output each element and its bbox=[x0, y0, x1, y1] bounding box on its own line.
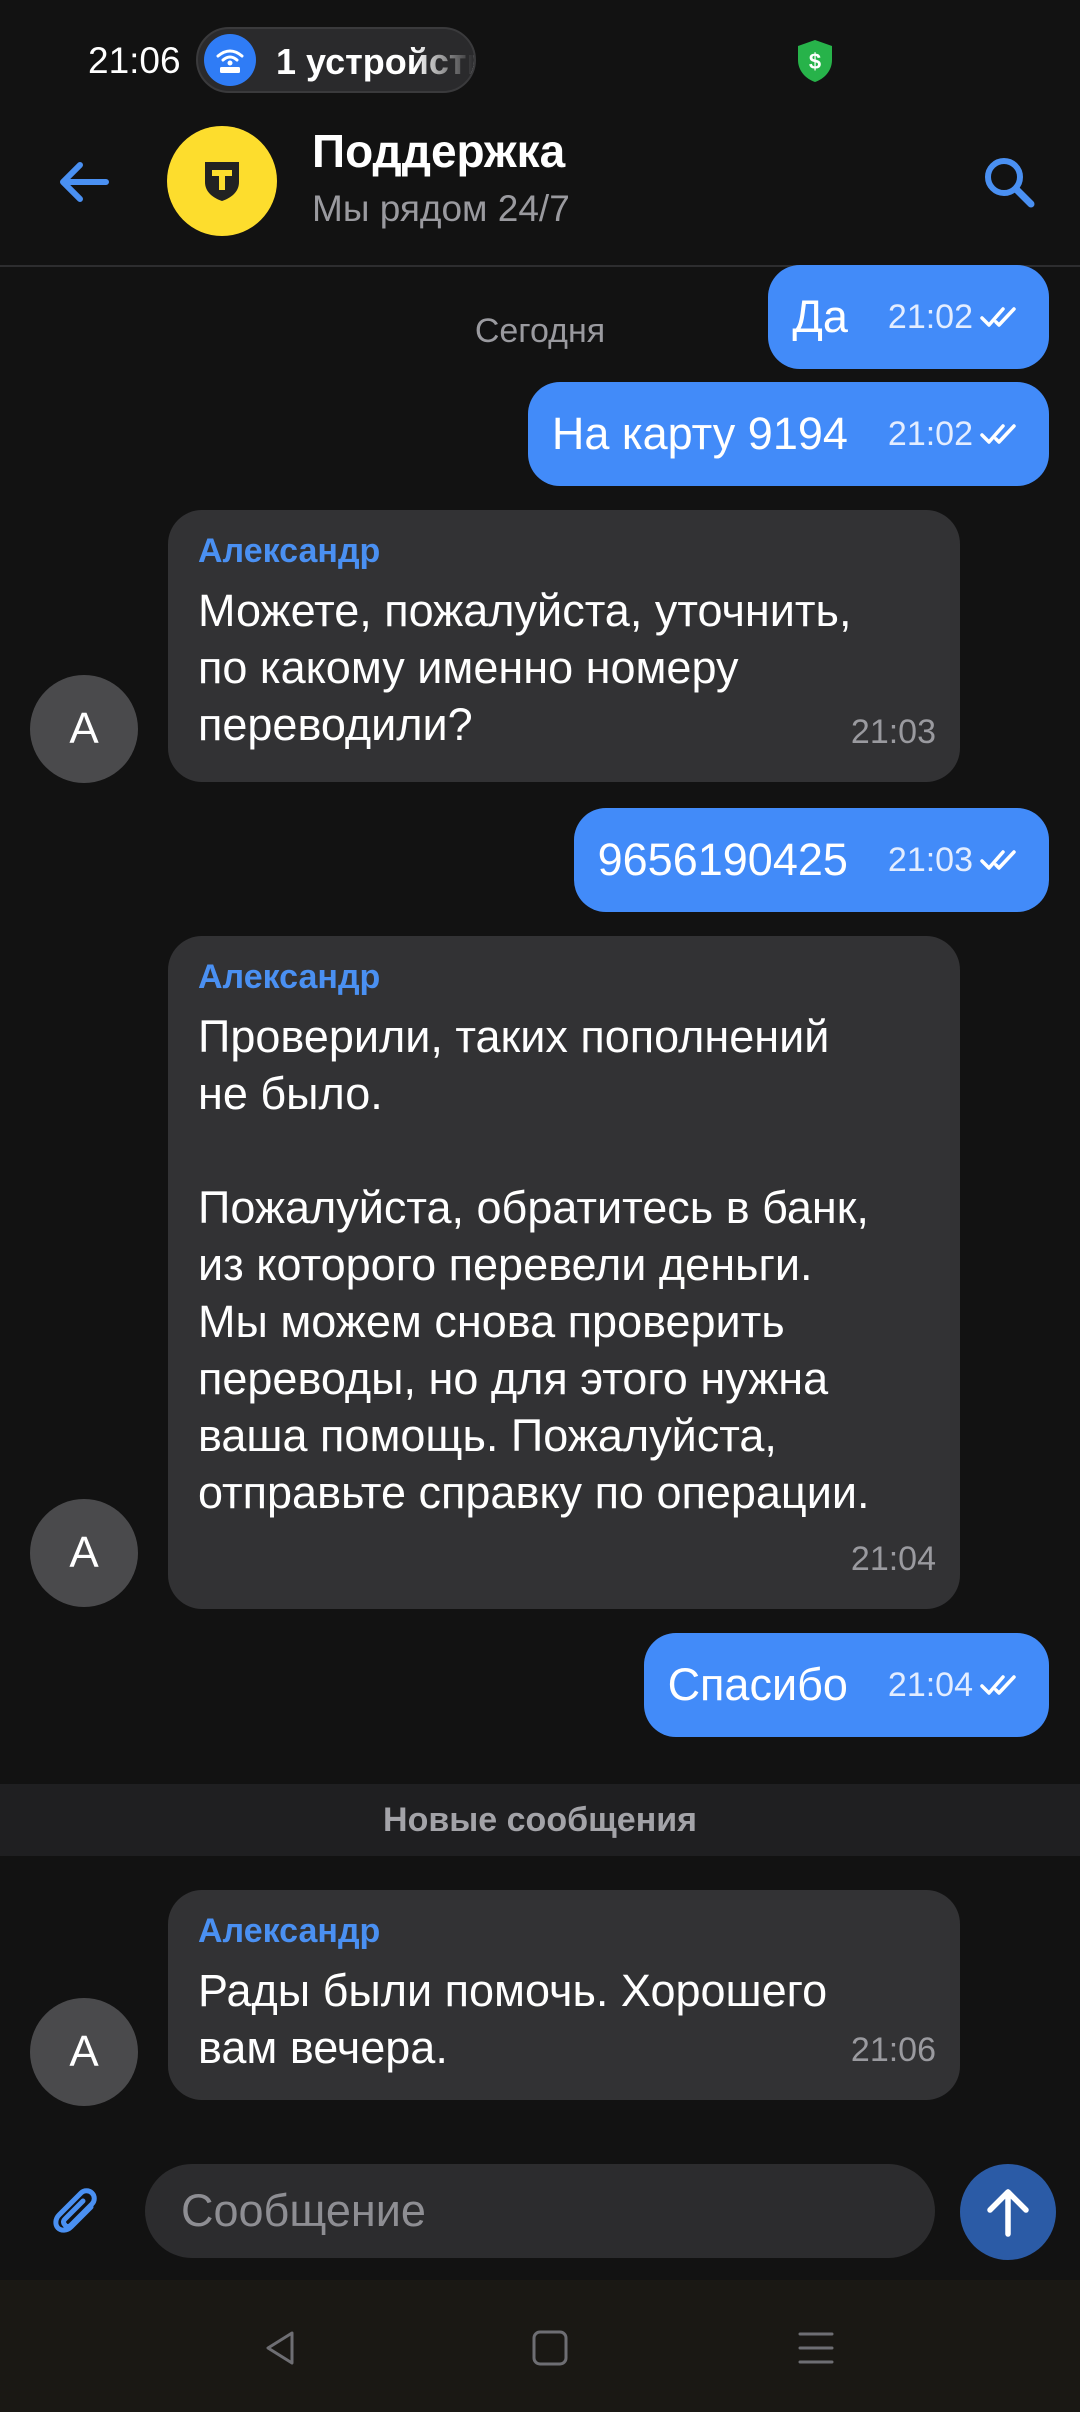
double-check-icon bbox=[980, 850, 1016, 870]
message-time: 21:06 bbox=[850, 2031, 936, 2069]
message-author: Александр bbox=[198, 1912, 381, 1950]
outgoing-message[interactable]: Да 21:02 bbox=[768, 265, 1049, 369]
outgoing-message[interactable]: На карту 9194 21:02 bbox=[527, 382, 1049, 486]
connected-devices-pill[interactable]: 1 устройство bbox=[196, 27, 476, 93]
system-navigation-bar bbox=[0, 2280, 1080, 2412]
search-icon bbox=[985, 158, 1035, 208]
message-text: Можете, пожалуйста, уточнить, по какому … bbox=[198, 585, 852, 750]
message-text: Да bbox=[792, 291, 848, 342]
message-time: 21:02 bbox=[887, 297, 973, 336]
message-text: 9656190425 bbox=[597, 834, 848, 885]
search-button[interactable] bbox=[975, 148, 1043, 216]
message-time: 21:03 bbox=[850, 713, 936, 751]
shield-dollar-icon: $ bbox=[794, 38, 836, 89]
arrow-up-icon bbox=[987, 2189, 1029, 2237]
message-author: Александр bbox=[198, 958, 381, 996]
chat-header: Поддержка Мы рядом 24/7 bbox=[0, 120, 1080, 265]
hotspot-icon bbox=[204, 34, 256, 86]
message-time: 21:02 bbox=[887, 414, 973, 453]
svg-text:$: $ bbox=[809, 49, 821, 74]
incoming-message[interactable]: Александр Можете, пожалуйста, уточнить, … bbox=[168, 510, 960, 782]
back-button[interactable] bbox=[52, 150, 116, 214]
message-text: Проверили, таких пополнений не было. Пож… bbox=[198, 1011, 870, 1518]
message-time: 21:03 bbox=[887, 840, 973, 879]
nav-home-button[interactable] bbox=[520, 2318, 580, 2378]
message-composer bbox=[0, 2150, 1080, 2280]
message-time: 21:04 bbox=[887, 1665, 973, 1704]
message-input[interactable] bbox=[145, 2164, 935, 2258]
nav-menu-button[interactable] bbox=[786, 2318, 846, 2378]
incoming-message[interactable]: Александр Рады были помочь. Хорошего вам… bbox=[168, 1890, 960, 2100]
support-logo[interactable] bbox=[167, 126, 277, 236]
message-text: Рады были помочь. Хорошего вам вечера. bbox=[198, 1965, 828, 2073]
status-time: 21:06 bbox=[88, 40, 181, 81]
avatar[interactable]: А bbox=[30, 675, 138, 783]
arrow-left-icon bbox=[60, 162, 109, 202]
paperclip-icon bbox=[53, 2188, 97, 2233]
triangle-back-icon bbox=[266, 2331, 294, 2365]
message-time: 21:04 bbox=[850, 1540, 936, 1578]
new-messages-separator: Новые сообщения bbox=[0, 1784, 1080, 1856]
message-author: Александр bbox=[198, 532, 381, 570]
message-list[interactable]: Сегодня Да 21:02 На карту 9194 21:02 Але… bbox=[0, 265, 1080, 2157]
send-button[interactable] bbox=[960, 2164, 1056, 2260]
incoming-message[interactable]: Александр Проверили, таких пополнений не… bbox=[168, 936, 960, 1609]
avatar[interactable]: А bbox=[30, 1499, 138, 1607]
attach-button[interactable] bbox=[36, 2172, 114, 2250]
double-check-icon bbox=[980, 307, 1016, 327]
outgoing-message[interactable]: 9656190425 21:03 bbox=[573, 808, 1049, 912]
outgoing-message[interactable]: Спасибо 21:04 bbox=[643, 1633, 1049, 1737]
message-text: Спасибо bbox=[667, 1659, 848, 1710]
nav-back-button[interactable] bbox=[250, 2318, 310, 2378]
avatar[interactable]: А bbox=[30, 1998, 138, 2106]
double-check-icon bbox=[980, 1675, 1016, 1695]
double-check-icon bbox=[980, 424, 1016, 444]
menu-lines-icon bbox=[798, 2332, 834, 2364]
square-home-icon bbox=[532, 2330, 568, 2366]
status-bar: 21:06 1 устройство $ bbox=[0, 0, 1080, 120]
message-text: На карту 9194 bbox=[551, 408, 848, 459]
chat-subtitle: Мы рядом 24/7 bbox=[312, 188, 570, 229]
chat-title[interactable]: Поддержка bbox=[312, 124, 565, 178]
tbank-shield-logo bbox=[205, 162, 239, 201]
